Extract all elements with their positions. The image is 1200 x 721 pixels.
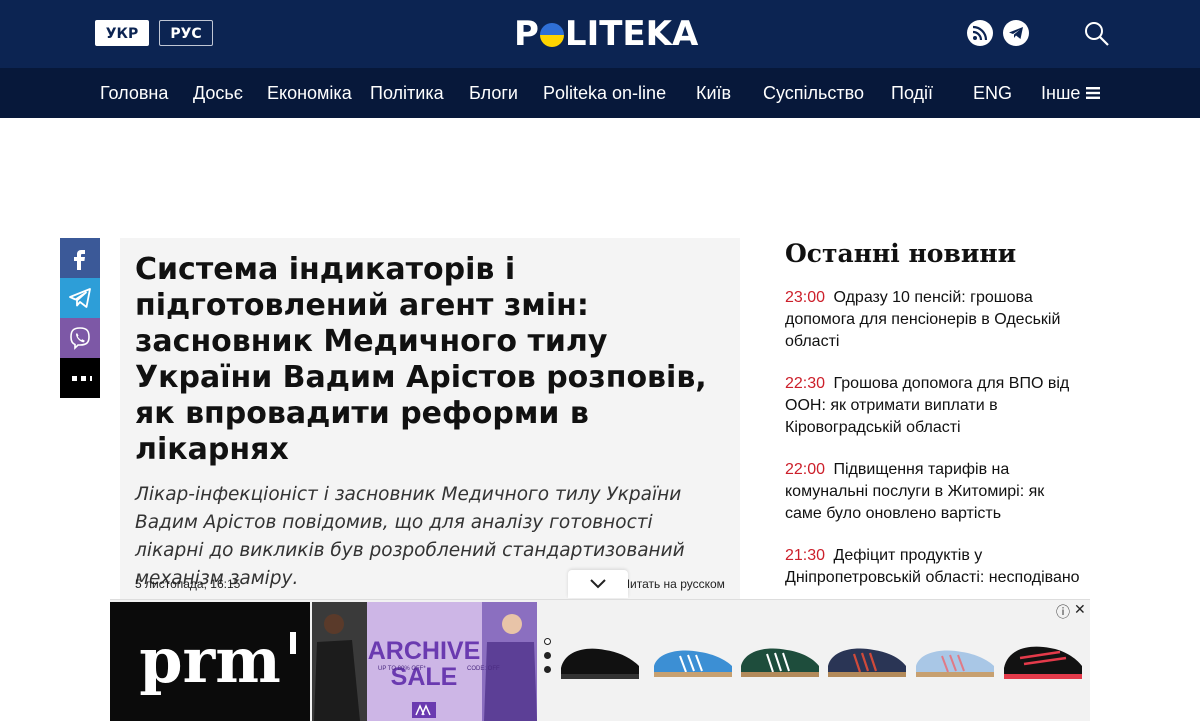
lang-ukr-button[interactable]: УКР bbox=[95, 20, 149, 46]
collapse-ad-button[interactable] bbox=[568, 570, 628, 598]
news-item[interactable]: 22:00 Підвищення тарифів на комунальні п… bbox=[785, 459, 1085, 525]
ad-close-icon[interactable]: ✕ bbox=[1074, 601, 1086, 618]
ad-product-shoe[interactable] bbox=[650, 628, 736, 688]
bottom-ad-banner[interactable]: prm ARCHIVE SALE UP TO 80% OFF* CODE: OF… bbox=[110, 599, 1090, 721]
hamburger-icon bbox=[1086, 87, 1101, 99]
ad-logo-text: prm bbox=[139, 624, 281, 697]
ad-carousel-dots[interactable] bbox=[542, 638, 552, 680]
ad-banner-line1: ARCHIVE bbox=[368, 637, 481, 665]
chevron-down-icon bbox=[590, 579, 606, 589]
viber-icon bbox=[70, 327, 90, 350]
news-item[interactable]: 23:00 Одразу 10 пенсій: грошова допомога… bbox=[785, 287, 1085, 353]
ad-product-shoe[interactable] bbox=[1000, 628, 1086, 688]
news-time: 22:30 bbox=[785, 375, 826, 392]
carousel-dot[interactable] bbox=[544, 652, 551, 659]
rss-icon[interactable] bbox=[967, 20, 993, 46]
news-headline: Грошова допомога для ВПО від ООН: як отр… bbox=[785, 375, 1070, 436]
ad-small-right: CODE: OFF bbox=[467, 666, 500, 672]
lang-rus-button[interactable]: РУС bbox=[159, 20, 213, 46]
ad-brand-logo[interactable]: prm bbox=[110, 602, 310, 721]
ad-info-icon[interactable]: ⓘ bbox=[1056, 602, 1070, 622]
news-headline: Одразу 10 пенсій: грошова допомога для п… bbox=[785, 289, 1061, 350]
search-icon[interactable] bbox=[1083, 20, 1111, 48]
nav-politeka-online[interactable]: Politeka on-line bbox=[543, 68, 666, 118]
ad-product-shoe[interactable] bbox=[912, 628, 998, 688]
share-telegram-button[interactable] bbox=[60, 278, 100, 318]
site-logo[interactable]: P LITEKA bbox=[514, 14, 698, 54]
ad-product-shoe[interactable] bbox=[824, 628, 910, 688]
news-headline: Дефіцит продуктів у Дніпропетровській об… bbox=[785, 547, 1080, 586]
nav-other-label: Інше bbox=[1041, 83, 1081, 103]
ad-archive-sale[interactable]: ARCHIVE SALE UP TO 80% OFF* CODE: OFF bbox=[312, 602, 537, 721]
nav-other[interactable]: Інше bbox=[1041, 68, 1101, 118]
article-title: Система індикаторів і підготовлений аген… bbox=[135, 252, 707, 467]
nav-society[interactable]: Суспільство bbox=[763, 68, 864, 118]
article-date: 5 листопада, 16:15 bbox=[135, 577, 241, 591]
logo-text-end: LITEKA bbox=[564, 14, 699, 54]
carousel-dot[interactable] bbox=[544, 638, 551, 645]
telegram-header-icon[interactable] bbox=[1003, 20, 1029, 46]
nav-kyiv[interactable]: Київ bbox=[696, 68, 731, 118]
nav-economy[interactable]: Економіка bbox=[267, 68, 352, 118]
nav-events[interactable]: Події bbox=[891, 68, 933, 118]
latest-news-title: Останні новини bbox=[785, 239, 1017, 268]
main-nav: Головна Досьє Економіка Політика Блоги P… bbox=[0, 68, 1200, 118]
nav-blogs[interactable]: Блоги bbox=[469, 68, 518, 118]
share-viber-button[interactable] bbox=[60, 318, 100, 358]
news-time: 23:00 bbox=[785, 289, 826, 306]
facebook-icon bbox=[74, 250, 85, 270]
news-time: 21:30 bbox=[785, 547, 826, 564]
share-more-button[interactable] bbox=[60, 358, 100, 398]
share-facebook-button[interactable] bbox=[60, 238, 100, 278]
nav-home[interactable]: Головна bbox=[100, 68, 168, 118]
news-item[interactable]: 22:30 Грошова допомога для ВПО від ООН: … bbox=[785, 373, 1085, 439]
news-time: 22:00 bbox=[785, 461, 826, 478]
more-icon bbox=[72, 376, 92, 381]
logo-flag-o bbox=[539, 23, 564, 47]
nav-politics[interactable]: Політика bbox=[370, 68, 444, 118]
ad-small-left: UP TO 80% OFF* bbox=[378, 666, 426, 672]
nav-dossier[interactable]: Досьє bbox=[193, 68, 243, 118]
news-item[interactable]: 21:30 Дефіцит продуктів у Дніпропетровсь… bbox=[785, 545, 1085, 589]
logo-text-start: P bbox=[514, 14, 539, 54]
telegram-icon bbox=[69, 288, 91, 308]
read-in-russian-link[interactable]: Читать на русском bbox=[622, 577, 725, 591]
nav-eng[interactable]: ENG bbox=[973, 68, 1012, 118]
ad-product-shoe[interactable] bbox=[737, 628, 823, 688]
ad-product-shoe[interactable] bbox=[557, 628, 643, 688]
top-header: УКР РУС P LITEKA bbox=[0, 0, 1200, 68]
ad-info-glyph: ⓘ bbox=[1056, 604, 1070, 620]
carousel-dot[interactable] bbox=[544, 666, 551, 673]
